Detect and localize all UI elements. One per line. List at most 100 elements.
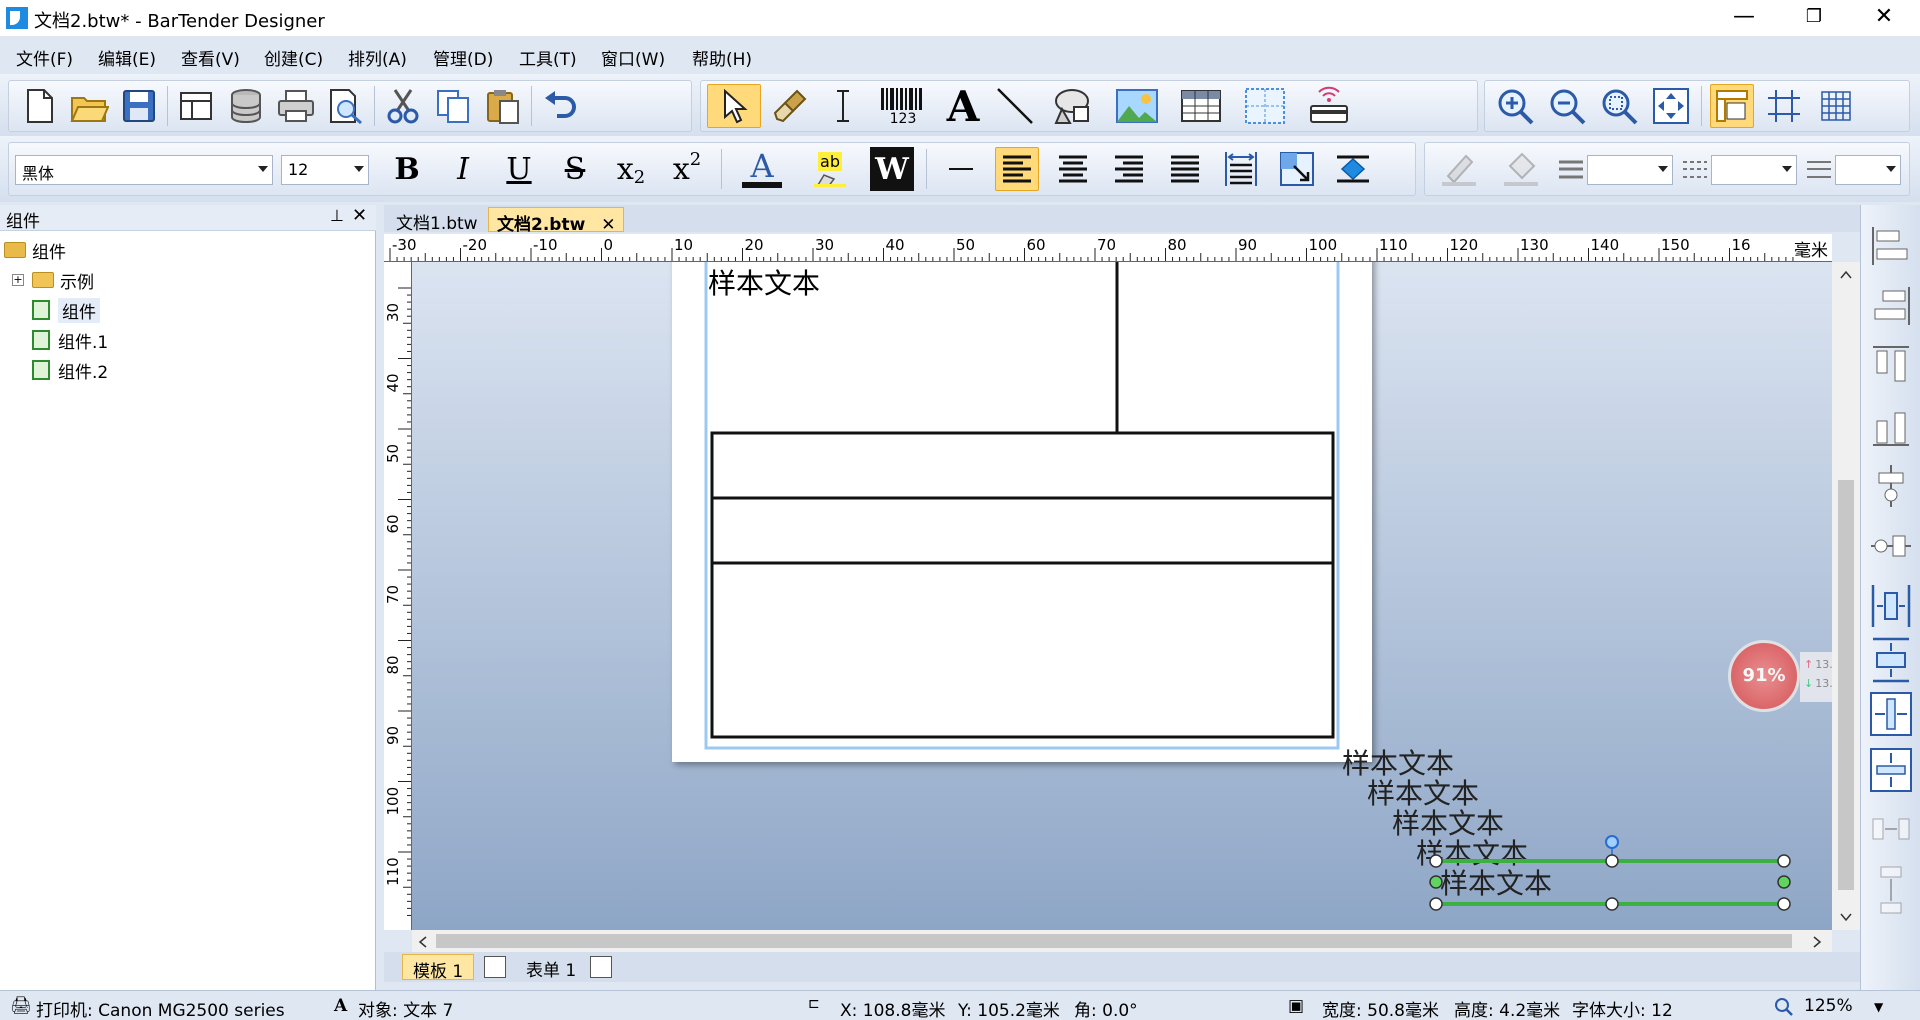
center-on-page-horizontal-icon[interactable] [1869,689,1913,739]
rfid-tool-button[interactable] [1301,84,1357,128]
print-preview-button[interactable] [324,84,368,128]
zoom-dropdown-icon[interactable]: ▼ [1874,1000,1883,1014]
resize-handle[interactable] [1429,875,1443,889]
align-none-button[interactable] [939,147,983,191]
selection-handles[interactable] [1422,822,1792,922]
zoom-out-button[interactable] [1545,84,1589,128]
resize-handle[interactable] [1605,854,1619,868]
network-speed-widget[interactable]: 91% [1728,640,1800,712]
design-canvas[interactable]: 样本文本 样本文本 样本文本 样本文本 样本文本 样本文本 [412,262,1832,930]
justify-button[interactable] [1163,147,1207,191]
resize-button[interactable] [1275,147,1319,191]
label-page[interactable]: 样本文本 [672,262,1372,762]
center-horizontally-icon[interactable] [1869,581,1913,631]
tree-item[interactable]: 组件 [4,295,374,325]
resize-handle[interactable] [1777,854,1791,868]
strikethrough-button[interactable]: S [553,147,597,191]
align-center-vertical-icon[interactable] [1869,461,1913,511]
menu-create[interactable]: 创建(C) [264,45,323,70]
cut-button[interactable] [381,84,425,128]
undo-button[interactable] [538,84,582,128]
rulers-toggle-button[interactable] [1710,84,1754,128]
underline-button[interactable]: U [497,147,541,191]
add-template-icon[interactable] [484,956,506,978]
panel-close-icon[interactable]: ✕ [352,205,367,226]
align-center-horizontal-icon[interactable] [1869,521,1913,571]
menu-view[interactable]: 查看(V) [181,45,240,70]
add-form-icon[interactable] [590,956,612,978]
scroll-down-icon[interactable] [1840,912,1852,922]
menu-window[interactable]: 窗口(W) [601,45,665,70]
bold-button[interactable]: B [385,147,429,191]
center-on-page-vertical-icon[interactable] [1869,745,1913,795]
tab-form-1[interactable]: 表单 1 [516,956,586,981]
align-top-edges-icon[interactable] [1869,341,1913,391]
horizontal-scroll-thumb[interactable] [436,934,1792,948]
resize-handle[interactable] [1777,875,1791,889]
status-zoom[interactable]: 125% [1804,996,1853,1016]
database-button[interactable] [224,84,268,128]
align-bottom-edges-icon[interactable] [1869,401,1913,451]
save-button[interactable] [117,84,161,128]
align-center-button[interactable] [1051,147,1095,191]
align-left-button[interactable] [995,147,1039,191]
scroll-up-icon[interactable] [1840,270,1852,280]
tree-root[interactable]: 组件 [4,235,374,265]
shape-tool-button[interactable] [1045,84,1101,128]
reverse-text-button[interactable]: W [870,147,914,191]
menu-manage[interactable]: 管理(D) [433,45,493,70]
zoom-page-button[interactable] [1649,84,1693,128]
zoom-fit-button[interactable] [1597,84,1641,128]
text-tool-button[interactable]: A [941,82,985,131]
align-left-edges-icon[interactable] [1869,221,1913,271]
scroll-left-icon[interactable] [418,936,428,948]
close-button[interactable]: ✕ [1854,0,1914,36]
border-style-select[interactable] [1835,155,1901,185]
font-size-select[interactable]: 12 [281,155,369,185]
vertical-scrollbar[interactable] [1832,262,1860,930]
resize-handle[interactable] [1777,897,1791,911]
align-right-edges-icon[interactable] [1869,281,1913,331]
table-box[interactable] [710,431,1335,739]
open-button[interactable] [67,84,111,128]
grid-toggle-button[interactable] [1814,84,1858,128]
line-color-button[interactable] [1437,147,1481,191]
subscript-button[interactable]: x2 [609,147,653,191]
line-style-select[interactable] [1711,155,1797,185]
zoom-in-button[interactable] [1493,84,1537,128]
menu-file[interactable]: 文件(F) [16,45,73,70]
grid-tool-button[interactable] [1237,84,1293,128]
copy-button[interactable] [431,84,475,128]
tab-doc1[interactable]: 文档1.btw [388,207,486,234]
center-vertically-icon[interactable] [1869,635,1913,685]
tab-template-1[interactable]: 模板 1 [402,954,475,982]
tab-doc2[interactable]: 文档2.btw ✕ [488,207,625,235]
tree-folder-examples[interactable]: + 示例 [4,265,374,295]
status-printer[interactable]: 打印机: Canon MG2500 series [36,996,285,1020]
picture-tool-button[interactable] [1109,84,1165,128]
minimize-button[interactable]: — [1714,0,1774,36]
font-color-button[interactable]: A [734,147,790,191]
page-setup-button[interactable] [174,84,218,128]
snap-button[interactable] [1762,84,1806,128]
menu-tools[interactable]: 工具(T) [519,45,577,70]
distribute-vertical-icon[interactable] [1869,865,1913,915]
vertical-scroll-thumb[interactable] [1838,480,1854,890]
barcode-button[interactable]: 123 [873,84,933,128]
tab-close-icon[interactable]: ✕ [601,215,615,235]
menu-arrange[interactable]: 排列(A) [348,45,407,70]
scroll-right-icon[interactable] [1812,936,1822,948]
resize-handle[interactable] [1605,897,1619,911]
superscript-button[interactable]: x2 [665,147,709,191]
highlight-button[interactable]: ab [802,147,858,191]
italic-button[interactable]: I [441,147,485,191]
new-document-button[interactable] [17,84,61,128]
tree-item[interactable]: 组件.1 [4,325,374,355]
select-tool-button[interactable] [707,84,761,128]
table-tool-button[interactable] [1173,84,1229,128]
distribute-horizontal-icon[interactable] [1869,805,1913,855]
line-weight-select[interactable] [1587,155,1673,185]
expand-icon[interactable]: + [12,274,24,286]
line-tool-button[interactable] [993,84,1037,128]
resize-handle[interactable] [1429,854,1443,868]
